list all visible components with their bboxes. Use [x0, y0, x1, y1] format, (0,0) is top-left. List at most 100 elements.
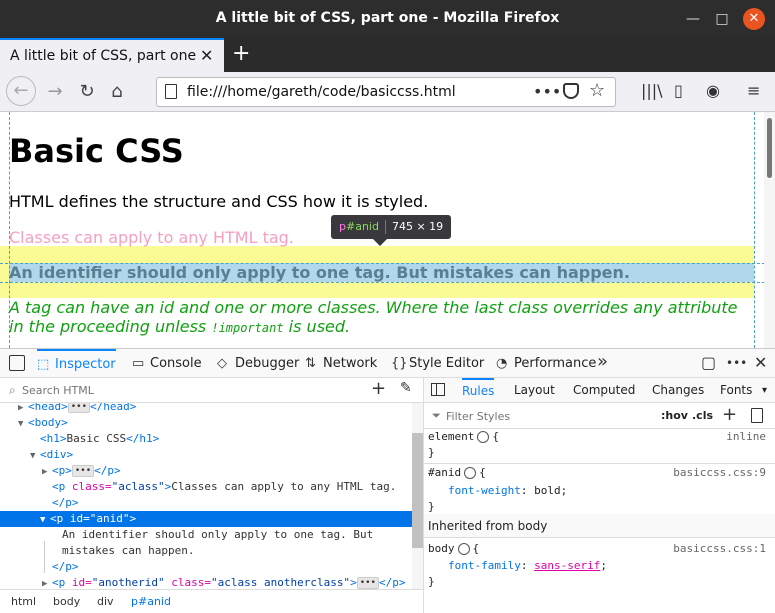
more-tools-icon[interactable]: » — [597, 351, 608, 372]
url-bar[interactable]: file:///home/gareth/code/basiccss.html •… — [156, 77, 616, 107]
rule-gear-icon[interactable] — [477, 431, 490, 443]
add-rule-button[interactable]: + — [722, 404, 737, 425]
performance-icon: ◔ — [496, 356, 508, 371]
dock-side-icon[interactable]: ▢ — [701, 353, 716, 372]
tree-row-div[interactable]: ▼ <div> — [30, 447, 73, 463]
tab-network[interactable]: ⇅ Network — [305, 349, 377, 378]
tree-row-anid-text-2[interactable]: mistakes can happen. — [62, 543, 194, 559]
markup-scrollbar[interactable] — [412, 403, 423, 589]
minimize-button[interactable]: — — [682, 8, 704, 30]
tree-row-h1[interactable]: <h1>Basic CSS</h1> — [40, 431, 159, 447]
element-picker-icon[interactable] — [9, 355, 25, 371]
inspector-icon: ⬚ — [37, 357, 50, 372]
tab-changes[interactable]: Changes — [652, 378, 704, 403]
collapsed-badge[interactable]: ••• — [356, 577, 379, 589]
library-icon[interactable]: |||\ — [641, 81, 663, 100]
tab-layout[interactable]: Layout — [514, 378, 555, 403]
tab-rules[interactable]: Rules — [462, 378, 495, 403]
hamburger-menu-icon[interactable]: ≡ — [747, 81, 760, 100]
paragraph-anid: An identifier should only apply to one t… — [9, 263, 630, 282]
page-scrollbar[interactable] — [764, 112, 775, 348]
markup-scrollbar-thumb[interactable] — [412, 433, 423, 548]
maximize-button[interactable]: □ — [711, 8, 733, 30]
tab-basic-css[interactable]: A little bit of CSS, part one ✕ — [0, 38, 224, 72]
cls-toggle-button[interactable]: .cls — [692, 409, 713, 422]
home-button[interactable]: ⌂ — [104, 79, 130, 105]
tab-fonts[interactable]: Fonts — [720, 378, 752, 403]
tab-style-editor[interactable]: {}Style Editor — [391, 349, 484, 378]
tree-row-p-aclass-close[interactable]: </p> — [52, 495, 79, 511]
add-node-button[interactable]: + — [371, 378, 386, 399]
reload-button[interactable]: ↻ — [74, 79, 100, 105]
forward-button[interactable]: → — [42, 79, 68, 105]
collapse-arrow-icon[interactable]: ▼ — [40, 512, 50, 528]
tab-performance[interactable]: ◔ Performance — [496, 349, 596, 378]
rule-body-declaration[interactable]: font-family: sans-serif; — [448, 558, 607, 574]
tab-inspector[interactable]: ⬚ Inspector — [37, 349, 116, 378]
sidebar-icon[interactable]: ▯ — [674, 81, 683, 100]
tree-row-p1[interactable]: ▶ <p> ••• </p> — [42, 463, 121, 479]
page-actions-icon[interactable]: ••• — [533, 82, 561, 101]
tree-indent-guide — [44, 541, 45, 573]
breadcrumb-body[interactable]: body — [53, 595, 80, 608]
rule-source: inline — [726, 430, 766, 443]
url-text[interactable]: file:///home/gareth/code/basiccss.html — [187, 84, 456, 100]
hov-toggle-button[interactable]: :hov — [661, 409, 688, 422]
tooltip-dimensions: 745 × 19 — [391, 220, 444, 233]
expand-arrow-icon[interactable]: ▶ — [42, 464, 52, 480]
eyedropper-icon[interactable]: ✎ — [400, 380, 412, 396]
tab-console[interactable]: ▭ Console — [132, 349, 202, 378]
account-icon[interactable]: ◉ — [706, 81, 720, 100]
new-tab-button[interactable]: + — [232, 41, 250, 66]
expand-arrow-icon[interactable]: ▶ — [42, 576, 52, 589]
pocket-icon[interactable] — [563, 83, 579, 99]
tree-row-anid-text-1[interactable]: An identifier should only apply to one t… — [62, 527, 373, 543]
rule-source-link[interactable]: basiccss.css:9 — [673, 465, 766, 481]
tab-console-label: Console — [150, 356, 202, 371]
tab-debugger[interactable]: ◇ Debugger — [217, 349, 299, 378]
tab-debugger-label: Debugger — [235, 356, 300, 371]
tab-computed[interactable]: Computed — [573, 378, 635, 403]
tree-row-p-anid-close[interactable]: </p> — [52, 559, 79, 575]
highlighter-guide-bottom — [0, 282, 775, 283]
page-scrollbar-thumb[interactable] — [767, 118, 772, 178]
rule-source-link[interactable]: basiccss.css:1 — [673, 541, 766, 557]
toggle-layout-icon[interactable] — [431, 383, 445, 396]
tab-close-icon[interactable]: ✕ — [200, 46, 213, 65]
tab-strip: A little bit of CSS, part one ✕ + — [0, 38, 775, 72]
tree-row-p-anid-selected[interactable]: ▼ <p id="anid"> — [40, 511, 136, 527]
collapsed-badge[interactable]: ••• — [67, 403, 91, 413]
tree-row-body[interactable]: ▼ <body> — [18, 415, 68, 431]
paragraph-structure: HTML defines the structure and CSS how i… — [9, 192, 429, 211]
tree-row-head[interactable]: ▶ <head> ••• </head> — [18, 403, 136, 415]
collapse-arrow-icon[interactable]: ▼ — [18, 416, 28, 432]
breadcrumb-div[interactable]: div — [97, 595, 114, 608]
rule-gear-icon[interactable] — [464, 467, 477, 479]
p4-code: !important — [211, 321, 284, 335]
network-icon: ⇅ — [305, 356, 316, 371]
print-media-icon[interactable] — [751, 408, 763, 423]
close-window-button[interactable]: ✕ — [743, 8, 765, 30]
tree-row-p-anotherid[interactable]: ▶ <p id="anotherid" class="aclass another… — [42, 575, 405, 589]
filter-styles-input[interactable] — [446, 407, 646, 425]
devtools-options-icon[interactable]: ••• — [726, 356, 747, 370]
more-tabs-icon[interactable]: ▾ — [762, 378, 767, 403]
tooltip-separator — [384, 220, 386, 234]
close-devtools-icon[interactable]: ✕ — [754, 353, 767, 372]
breadcrumb-html[interactable]: html — [11, 595, 36, 608]
collapsed-badge[interactable]: ••• — [71, 465, 95, 477]
rule-anid-declaration[interactable]: font-weight: bold; — [448, 483, 567, 499]
breadcrumb-p-anid[interactable]: p#anid — [131, 595, 171, 608]
markup-panel: ⌕ + ✎ ▶<head>•••</head> ▼<body> <h1>Basi… — [0, 378, 424, 613]
collapse-arrow-icon[interactable]: ▼ — [30, 448, 40, 464]
p4-text-after: is used. — [283, 317, 351, 336]
back-button[interactable]: ← — [6, 76, 36, 106]
rule-gear-icon[interactable] — [457, 543, 470, 555]
tab-inspector-label: Inspector — [55, 357, 116, 372]
bookmark-star-icon[interactable]: ☆ — [589, 80, 605, 101]
tree-row-p-aclass[interactable]: <p class="aclass">Classes can apply to a… — [52, 479, 396, 495]
search-html-input[interactable] — [22, 381, 352, 399]
sidebar-tabs: Rules Layout Computed Changes Fonts ▾ — [424, 378, 775, 403]
highlighter-tooltip: p#anid 745 × 19 — [331, 215, 452, 246]
tooltip-tag: p — [339, 220, 346, 233]
